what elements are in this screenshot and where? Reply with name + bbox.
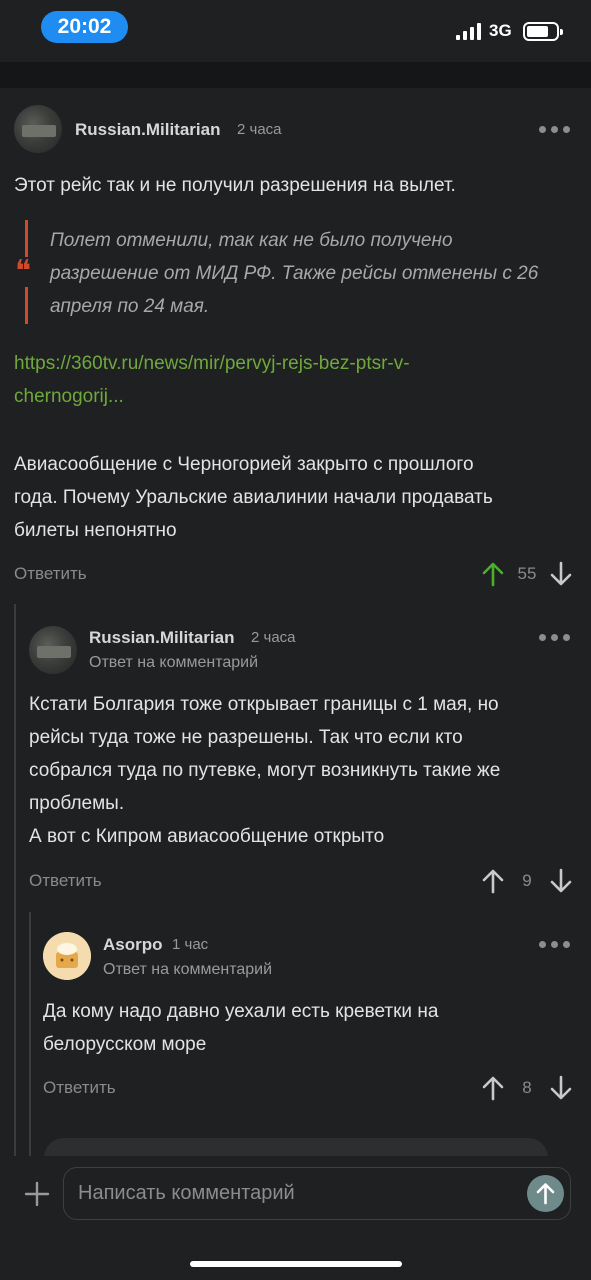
reply-button[interactable]: Ответить (43, 1078, 116, 1098)
plus-icon[interactable] (24, 1181, 50, 1207)
vote-count: 55 (517, 564, 537, 583)
status-time: 20:02 (41, 11, 128, 43)
downvote-icon[interactable] (549, 561, 573, 587)
arrow-up-icon (536, 1183, 555, 1205)
upvote-icon[interactable] (481, 1075, 505, 1101)
downvote-icon[interactable] (549, 1075, 573, 1101)
header-divider (0, 62, 591, 88)
comment-time: 2 часа (237, 121, 282, 138)
send-button[interactable] (527, 1175, 564, 1212)
more-options-icon[interactable] (539, 126, 571, 134)
status-bar: 20:02 3G (0, 0, 591, 62)
comment-time: 1 час (172, 936, 209, 953)
downvote-icon[interactable] (549, 868, 573, 894)
more-options-icon[interactable] (539, 634, 571, 642)
comment-text: Этот рейс так и не получил разрешения на… (14, 175, 456, 196)
comment-text: Кстати Болгария тоже открывает границы с… (29, 694, 501, 847)
home-indicator (190, 1261, 402, 1267)
signal-icon (456, 23, 482, 40)
reply-to-label[interactable]: Ответ на комментарий (89, 654, 258, 672)
avatar[interactable] (14, 105, 62, 153)
reply-button[interactable]: Ответить (29, 871, 102, 891)
upvote-icon[interactable] (481, 561, 505, 587)
thread-line (14, 604, 16, 1156)
network-type: 3G (489, 21, 512, 40)
comment-input-placeholder: Написать комментарий (78, 1182, 295, 1204)
avatar-illustration (43, 932, 91, 980)
comment-text: Да кому надо давно уехали есть креветки … (43, 1001, 439, 1055)
vote-count: 9 (522, 871, 532, 890)
comment-input[interactable]: Написать комментарий (63, 1167, 571, 1220)
quote-text: Полет отменили, так как не было получено… (50, 230, 539, 317)
reply-to-label[interactable]: Ответ на комментарий (103, 961, 272, 979)
comment-link[interactable]: https://360tv.ru/news/mir/pervyj-rejs-be… (14, 347, 410, 413)
more-options-icon[interactable] (539, 941, 571, 949)
avatar[interactable] (43, 932, 91, 980)
avatar[interactable] (29, 626, 77, 674)
comment-author[interactable]: Russian.Militarian (89, 628, 234, 648)
comment-author[interactable]: Asorpo (103, 935, 163, 955)
comment-time: 2 часа (251, 629, 296, 646)
comment-text-2: Авиасообщение с Черногорией закрыто с пр… (14, 454, 493, 541)
comment-author[interactable]: Russian.Militarian (75, 120, 220, 140)
reply-button[interactable]: Ответить (14, 564, 87, 584)
upvote-icon[interactable] (481, 868, 505, 894)
battery-icon (523, 22, 563, 41)
thread-line (29, 912, 31, 1156)
vote-count: 8 (522, 1078, 532, 1097)
quote-icon: ❝ (15, 254, 32, 289)
